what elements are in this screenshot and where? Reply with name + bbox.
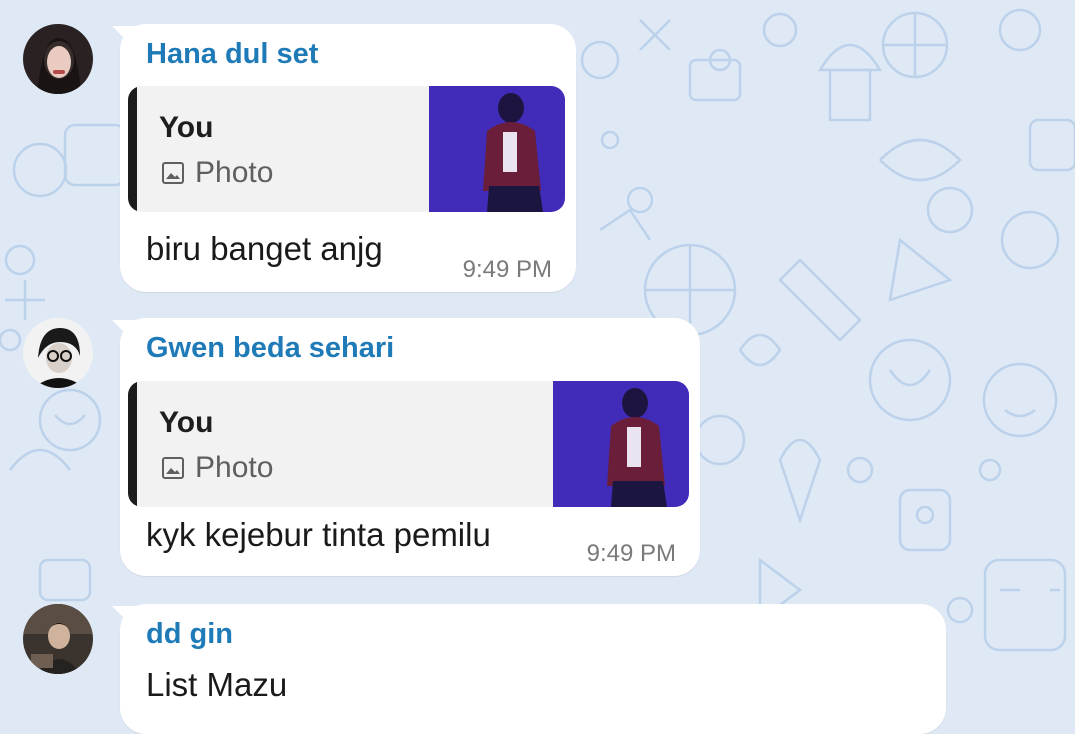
avatar-ddgin[interactable] <box>23 604 93 674</box>
photo-icon <box>162 162 184 184</box>
message-time: 9:49 PM <box>586 540 676 567</box>
reply-author: You <box>159 406 214 439</box>
sender-name[interactable]: Hana dul set <box>146 38 318 71</box>
reply-preview[interactable]: You Photo <box>128 86 565 212</box>
reply-bar <box>128 381 137 507</box>
message-time: 9:49 PM <box>462 256 552 283</box>
message-text: List Mazu <box>146 666 288 703</box>
avatar-hana[interactable] <box>23 24 93 94</box>
reply-type-label: Photo <box>195 451 274 484</box>
reply-type-label: Photo <box>195 156 274 189</box>
reply-type: Photo <box>161 451 273 485</box>
photo-thumbnail[interactable] <box>553 381 689 507</box>
sender-name[interactable]: Gwen beda sehari <box>146 332 394 365</box>
reply-author: You <box>159 111 214 144</box>
reply-preview[interactable]: You Photo <box>128 381 689 507</box>
photo-icon <box>162 457 184 479</box>
sender-name[interactable]: dd gin <box>146 618 233 651</box>
message-text: biru banget anjg <box>146 230 383 267</box>
photo-thumbnail[interactable] <box>429 86 565 212</box>
avatar-gwen[interactable] <box>23 318 93 388</box>
reply-type: Photo <box>161 156 273 190</box>
message-bubble[interactable]: dd gin List Mazu <box>120 604 946 734</box>
message-bubble[interactable]: Hana dul set You Photo biru banget anjg … <box>120 24 576 292</box>
reply-bar <box>128 86 137 212</box>
message-text: kyk kejebur tinta pemilu <box>146 516 491 553</box>
message-bubble[interactable]: Gwen beda sehari You Photo kyk kejebur t… <box>120 318 700 576</box>
